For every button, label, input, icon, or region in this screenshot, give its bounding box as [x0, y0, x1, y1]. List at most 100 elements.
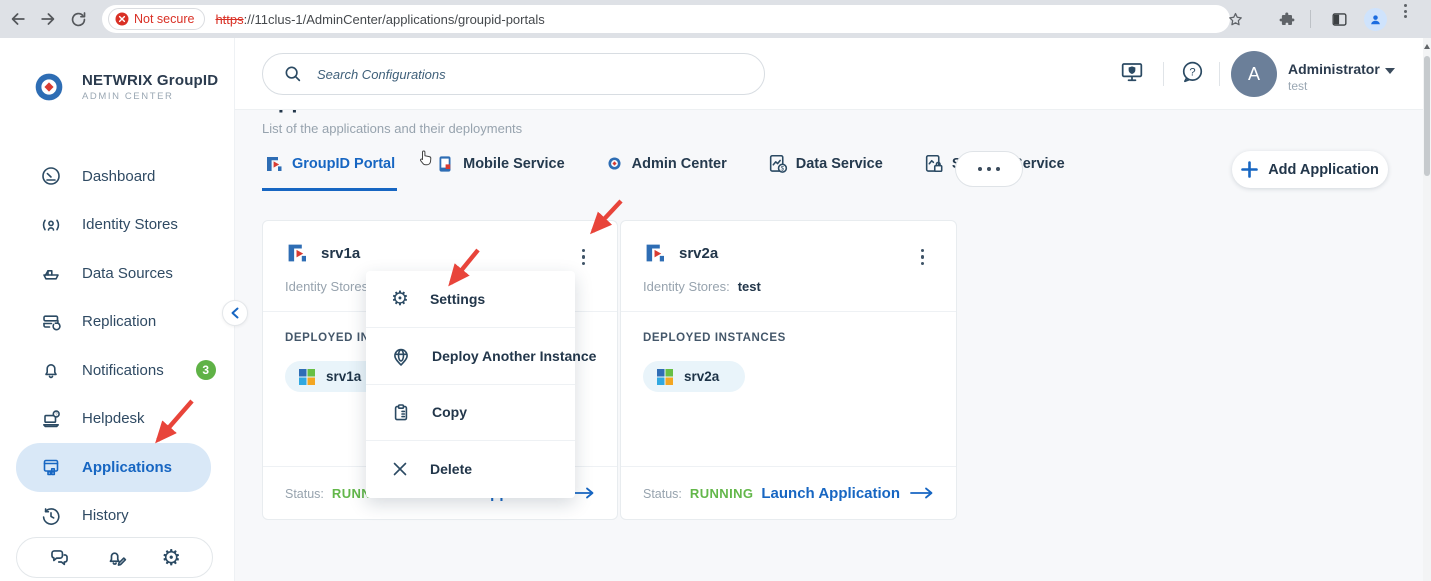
application-name: srv1a: [321, 245, 360, 262]
replication-icon: [40, 311, 62, 333]
tab-groupid-portal[interactable]: GroupID Portal: [262, 148, 397, 191]
notifications-bell-icon: [40, 359, 62, 381]
sidebar-item-notifications[interactable]: Notifications 3: [0, 346, 234, 395]
deploy-globe-pin-icon: [391, 346, 411, 367]
sidebar-item-label: Replication: [82, 313, 156, 330]
status-label: Status:: [285, 487, 324, 501]
scrollbar-thumb[interactable]: [1424, 56, 1430, 176]
menu-item-settings[interactable]: ⚙ Settings: [366, 271, 575, 327]
search-icon: [283, 64, 303, 84]
netwrix-groupid-logo: [28, 66, 70, 108]
sidebar-item-applications[interactable]: Applications: [16, 443, 211, 492]
notifications-count-badge: 3: [196, 360, 216, 380]
toolbar-separator: [1310, 0, 1311, 38]
sidebar-item-label: Applications: [82, 459, 172, 476]
dashboard-icon: [40, 165, 62, 187]
card-footer: Status: RUNNING Launch Application: [621, 466, 956, 519]
menu-item-copy[interactable]: Copy: [366, 384, 575, 440]
browser-back-icon[interactable]: [6, 7, 30, 31]
mobile-service-icon: [435, 154, 455, 174]
application-tabs: GroupID Portal Mobile Service Admin Cent…: [262, 148, 1067, 191]
tab-label: GroupID Portal: [292, 156, 395, 172]
url-text: https://11clus-1/AdminCenter/application…: [215, 12, 544, 27]
history-icon: [40, 505, 62, 527]
svg-text:$: $: [780, 165, 784, 172]
tab-data-service[interactable]: $ Data Service: [765, 148, 885, 191]
user-menu-caret-icon[interactable]: [1385, 68, 1395, 74]
sidebar-item-history[interactable]: History: [0, 492, 234, 541]
tab-admin-center[interactable]: Admin Center: [603, 148, 729, 191]
brand-name: NETWRIX GroupID: [82, 72, 218, 89]
identity-stores-row: Identity Stores: test: [643, 279, 761, 294]
not-secure-badge[interactable]: Not secure: [108, 8, 205, 30]
sidebar-item-identity-stores[interactable]: Identity Stores: [0, 201, 234, 250]
user-identity-store: test: [1288, 79, 1307, 93]
status-badge: RUNNING: [690, 486, 753, 501]
app-header: ? A Administrator test: [235, 38, 1431, 110]
status-label: Status:: [643, 487, 682, 501]
sidebar-item-helpdesk[interactable]: ? Helpdesk: [0, 395, 234, 444]
identity-stores-value: test: [738, 279, 761, 294]
notification-settings-bell-pencil-icon[interactable]: [105, 546, 128, 569]
sidebar: NETWRIX GroupID ADMIN CENTER Dashboard I…: [0, 38, 235, 581]
delete-x-icon: [391, 460, 409, 478]
application-card-srv2a: srv2a Identity Stores: test DEPLOYED INS…: [620, 220, 957, 520]
sidebar-nav: Dashboard Identity Stores Data Sources R…: [0, 152, 234, 540]
sidebar-item-data-sources[interactable]: Data Sources: [0, 249, 234, 298]
user-avatar[interactable]: A: [1231, 51, 1277, 97]
launch-label: Launch Application: [761, 485, 900, 502]
browser-forward-icon[interactable]: [36, 7, 60, 31]
groupid-portal-icon: [264, 154, 284, 174]
header-separator: [1163, 62, 1164, 86]
chevron-left-icon: [230, 307, 240, 319]
chat-bubbles-icon[interactable]: [48, 546, 71, 569]
page-scrollbar[interactable]: [1423, 38, 1431, 581]
launch-application-link[interactable]: Launch Application: [761, 485, 934, 502]
more-tabs-button[interactable]: [955, 151, 1023, 187]
add-application-button[interactable]: Add Application: [1232, 151, 1388, 188]
address-bar[interactable]: Not secure https://11clus-1/AdminCenter/…: [102, 5, 1230, 33]
card-divider: [621, 311, 956, 312]
card-menu-kebab-icon[interactable]: [917, 245, 928, 269]
search-bar: [262, 53, 765, 95]
browser-reload-icon[interactable]: [66, 7, 90, 31]
url-path: ://11clus-1/AdminCenter/applications/gro…: [244, 12, 545, 27]
header-separator: [1219, 62, 1220, 86]
svg-text:?: ?: [55, 411, 58, 417]
gear-icon: ⚙: [391, 289, 409, 309]
card-context-menu: ⚙ Settings Deploy Another Instance Copy …: [366, 271, 575, 498]
scrollbar-up-arrow-icon[interactable]: [1424, 44, 1430, 49]
menu-item-delete[interactable]: Delete: [366, 440, 575, 496]
url-scheme-strikethrough: https: [215, 12, 243, 27]
sidebar-item-label: History: [82, 507, 129, 524]
sidebar-collapse-button[interactable]: [222, 300, 248, 326]
menu-item-deploy-another-instance[interactable]: Deploy Another Instance: [366, 327, 575, 383]
browser-menu-kebab-icon[interactable]: [1400, 0, 1411, 38]
admin-center-icon: [605, 154, 624, 173]
side-panel-icon[interactable]: [1330, 0, 1349, 38]
instance-chip-srv2a[interactable]: srv2a: [643, 361, 745, 392]
card-menu-kebab-icon[interactable]: [578, 245, 589, 269]
menu-item-label: Settings: [430, 291, 485, 307]
data-service-icon: $: [767, 153, 788, 174]
browser-profile-avatar[interactable]: [1364, 0, 1387, 38]
help-question-icon[interactable]: ?: [1179, 59, 1206, 91]
bookmark-star-icon[interactable]: [1226, 0, 1245, 38]
user-name[interactable]: Administrator: [1288, 61, 1380, 77]
tab-label: Admin Center: [632, 156, 727, 172]
instance-name: srv1a: [326, 369, 361, 384]
tab-label: Data Service: [796, 156, 883, 172]
sidebar-item-dashboard[interactable]: Dashboard: [0, 152, 234, 201]
sidebar-item-replication[interactable]: Replication: [0, 298, 234, 347]
remote-session-monitor-shield-icon[interactable]: [1119, 59, 1145, 90]
identity-stores-icon: [40, 214, 62, 236]
settings-gear-icon[interactable]: ⚙: [161, 547, 181, 569]
extensions-puzzle-icon[interactable]: [1278, 0, 1297, 38]
deployed-instances-header: DEPLOYED INSTANCES: [643, 332, 786, 344]
arrow-right-icon: [910, 487, 934, 499]
instance-name: srv2a: [684, 369, 719, 384]
tab-mobile-service[interactable]: Mobile Service: [433, 148, 567, 191]
copy-clipboard-icon: [391, 402, 411, 422]
identity-stores-label: Identity Stores:: [643, 279, 730, 294]
search-input[interactable]: [317, 67, 744, 82]
